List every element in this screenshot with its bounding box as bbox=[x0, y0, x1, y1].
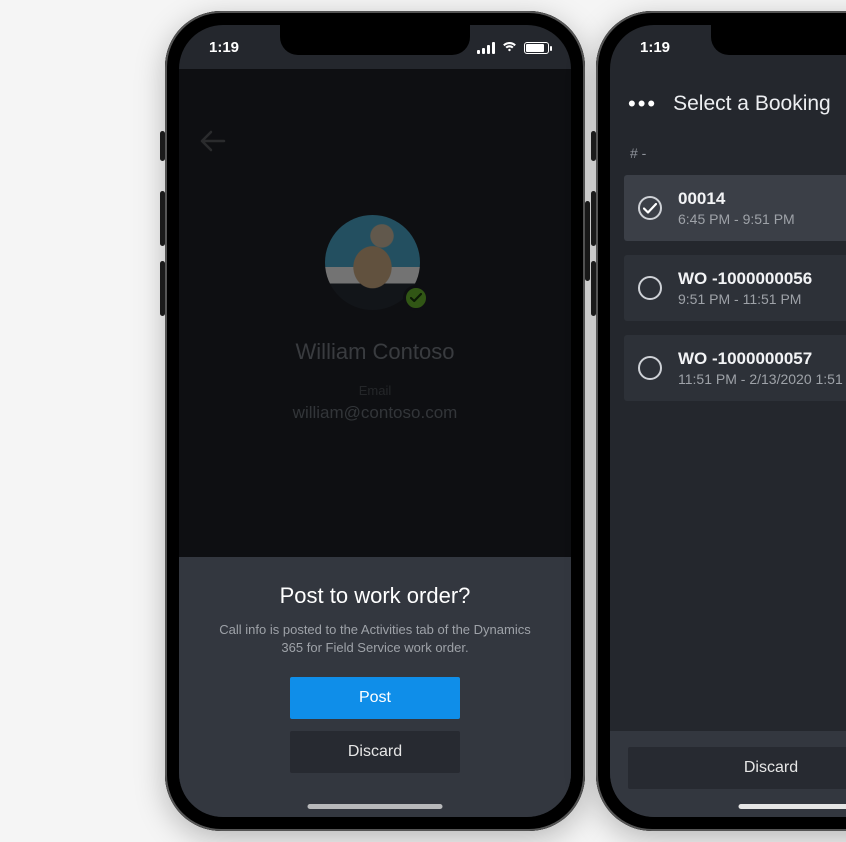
booking-item-title: 00014 bbox=[678, 189, 795, 209]
home-indicator bbox=[739, 804, 846, 809]
phone-right: ••• Select a Booking # - 00014 6:45 PM - … bbox=[596, 11, 846, 831]
booking-item-title: WO -1000000056 bbox=[678, 269, 812, 289]
discard-button[interactable]: Discard bbox=[290, 731, 460, 773]
wifi-icon bbox=[501, 39, 518, 56]
home-indicator bbox=[308, 804, 443, 809]
section-label: # - bbox=[630, 145, 646, 161]
booking-title: Select a Booking bbox=[673, 92, 831, 116]
radio-selected-icon bbox=[638, 196, 662, 220]
screen-post-prompt: William Contoso Email william@contoso.co… bbox=[179, 25, 571, 817]
discard-button-right[interactable]: Discard bbox=[628, 747, 846, 789]
phone-left: William Contoso Email william@contoso.co… bbox=[165, 11, 585, 831]
post-button[interactable]: Post bbox=[290, 677, 460, 719]
status-time: 1:19 bbox=[209, 39, 239, 56]
booking-item[interactable]: WO -1000000056 9:51 PM - 11:51 PM bbox=[624, 255, 846, 321]
radio-icon bbox=[638, 276, 662, 300]
booking-item-title: WO -1000000057 bbox=[678, 349, 846, 369]
booking-item[interactable]: 00014 6:45 PM - 9:51 PM bbox=[624, 175, 846, 241]
booking-item-sub: 11:51 PM - 2/13/2020 1:51 AM bbox=[678, 371, 846, 387]
status-time: 1:19 bbox=[640, 39, 670, 56]
sheet-title: Post to work order? bbox=[201, 583, 549, 609]
booking-item-sub: 6:45 PM - 9:51 PM bbox=[678, 211, 795, 227]
post-sheet: Post to work order? Call info is posted … bbox=[179, 557, 571, 817]
booking-header: ••• Select a Booking bbox=[610, 79, 846, 129]
booking-list: 00014 6:45 PM - 9:51 PM WO -1000000056 9:51… bbox=[624, 175, 846, 415]
more-icon[interactable]: ••• bbox=[628, 93, 657, 115]
radio-icon bbox=[638, 356, 662, 380]
screen-select-booking: ••• Select a Booking # - 00014 6:45 PM - … bbox=[610, 25, 846, 817]
sheet-body: Call info is posted to the Activities ta… bbox=[211, 621, 539, 657]
booking-item-sub: 9:51 PM - 11:51 PM bbox=[678, 291, 812, 307]
cellular-icon bbox=[477, 42, 495, 54]
battery-icon bbox=[524, 42, 549, 54]
booking-item[interactable]: WO -1000000057 11:51 PM - 2/13/2020 1:51 … bbox=[624, 335, 846, 401]
